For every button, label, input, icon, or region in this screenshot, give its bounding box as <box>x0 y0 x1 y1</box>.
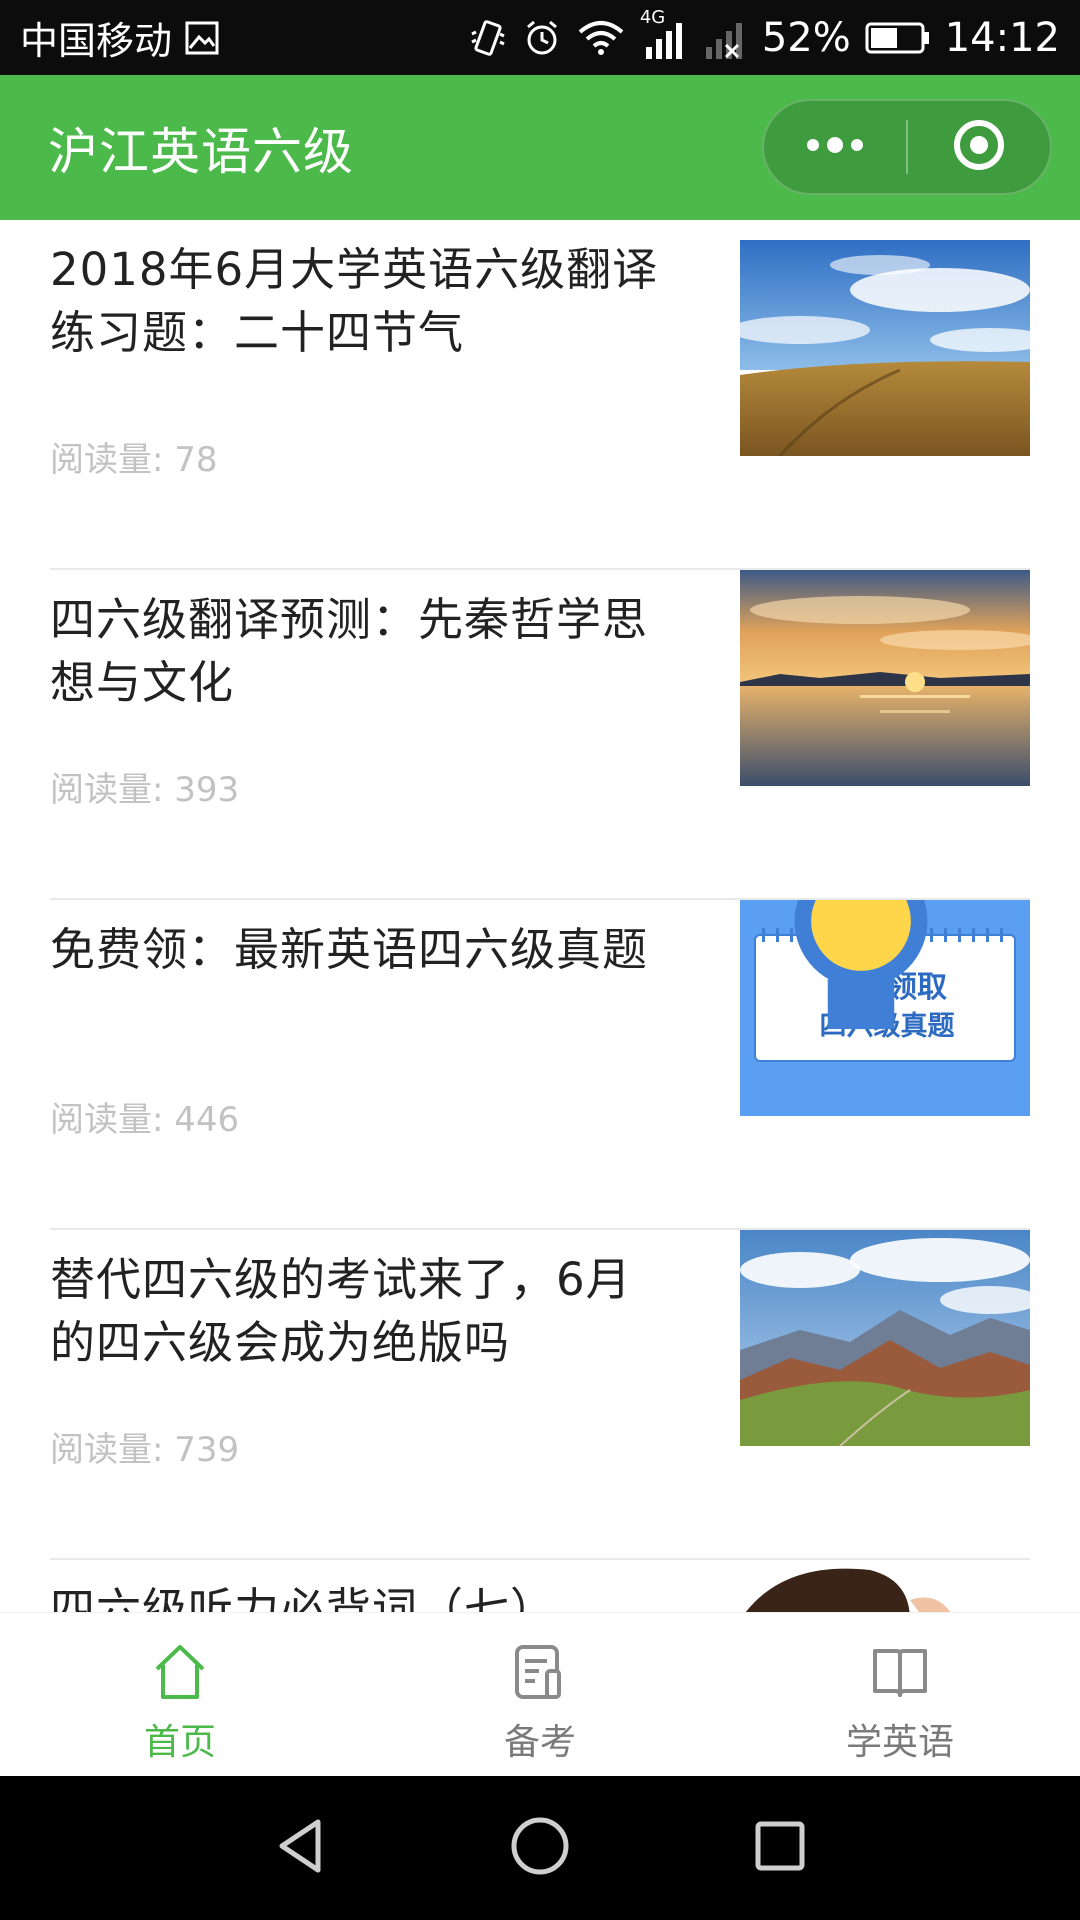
person-listening-image <box>740 1560 1030 1612</box>
signal-4g-icon: 4G <box>640 7 690 61</box>
recents-button[interactable] <box>660 1776 900 1920</box>
article-title: 四六级翻译预测：先秦哲学思想与文化 <box>50 593 649 709</box>
home-icon <box>149 1641 211 1707</box>
home-button[interactable] <box>420 1776 660 1920</box>
close-miniprogram-button[interactable] <box>908 101 1050 193</box>
tab-label: 备考 <box>503 1722 576 1763</box>
article-title: 四六级听力必背词（七） <box>50 1583 557 1612</box>
more-dots-icon <box>805 135 865 159</box>
battery-percent: 52% <box>761 14 851 61</box>
read-count: 阅读量: 446 <box>50 1100 240 1140</box>
battery-icon <box>865 21 931 55</box>
read-count: 阅读量: 78 <box>50 440 218 480</box>
grassland-sky-image <box>740 240 1030 456</box>
signal-no-sim-icon <box>704 15 748 61</box>
image-notification-icon <box>184 20 220 56</box>
mountains-image <box>740 1230 1030 1446</box>
article-item[interactable]: 四六级翻译预测：先秦哲学思想与文化 阅读量: 393 <box>50 570 1030 900</box>
read-count: 阅读量: 393 <box>50 770 240 810</box>
tab-label: 学英语 <box>845 1722 954 1763</box>
clock: 14:12 <box>944 14 1060 61</box>
tab-label: 首页 <box>143 1722 216 1763</box>
page-title: 沪江英语六级 <box>48 122 354 181</box>
article-title: 替代四六级的考试来了，6月的四六级会成为绝版吗 <box>50 1253 632 1369</box>
tab-learn-english[interactable]: 学英语 <box>720 1613 1080 1776</box>
tab-exam-prep[interactable]: 备考 <box>360 1613 720 1776</box>
article-item[interactable]: 四六级听力必背词（七） <box>50 1560 1030 1612</box>
read-count: 阅读量: 739 <box>50 1430 240 1470</box>
home-circle-icon <box>509 1815 571 1881</box>
status-bar: 中国移动 4G 52% 14:12 <box>0 0 1080 75</box>
lightbulb-icon <box>740 900 1006 1054</box>
system-nav-bar <box>0 1776 1080 1920</box>
carrier-name: 中国移动 <box>20 19 173 63</box>
article-item[interactable]: 替代四六级的考试来了，6月的四六级会成为绝版吗 阅读量: 739 <box>50 1230 1030 1560</box>
vibrate-icon <box>468 18 508 58</box>
mini-program-capsule <box>762 99 1052 195</box>
back-triangle-icon <box>272 1816 328 1880</box>
back-button[interactable] <box>180 1776 420 1920</box>
sunset-lake-image <box>740 570 1030 786</box>
app-header: 沪江英语六级 <box>0 75 1080 220</box>
tab-home[interactable]: 首页 <box>0 1613 360 1776</box>
wifi-icon <box>576 18 626 58</box>
article-title: 免费领：最新英语四六级真题 <box>50 923 649 976</box>
free-exam-banner-image: 免费领取 四六级真题 <box>740 900 1030 1116</box>
notes-icon <box>509 1641 571 1707</box>
banner-card: 免费领取 四六级真题 <box>754 900 1016 1062</box>
article-item[interactable]: 2018年6月大学英语六级翻译练习题：二十四节气 阅读量: 78 <box>50 240 1030 570</box>
book-icon <box>869 1641 931 1707</box>
alarm-icon <box>522 18 562 58</box>
article-title: 2018年6月大学英语六级翻译练习题：二十四节气 <box>50 243 659 359</box>
network-type: 4G <box>639 6 666 28</box>
recents-square-icon <box>752 1818 808 1878</box>
target-circle-icon <box>951 117 1007 177</box>
article-list: 2018年6月大学英语六级翻译练习题：二十四节气 阅读量: 78 四六级翻译预测… <box>0 220 1080 1612</box>
more-button[interactable] <box>764 101 906 193</box>
article-item[interactable]: 免费领：最新英语四六级真题 阅读量: 446 免费领取 四六级真题 <box>50 900 1030 1230</box>
tab-bar: 首页 备考 学英语 <box>0 1612 1080 1776</box>
